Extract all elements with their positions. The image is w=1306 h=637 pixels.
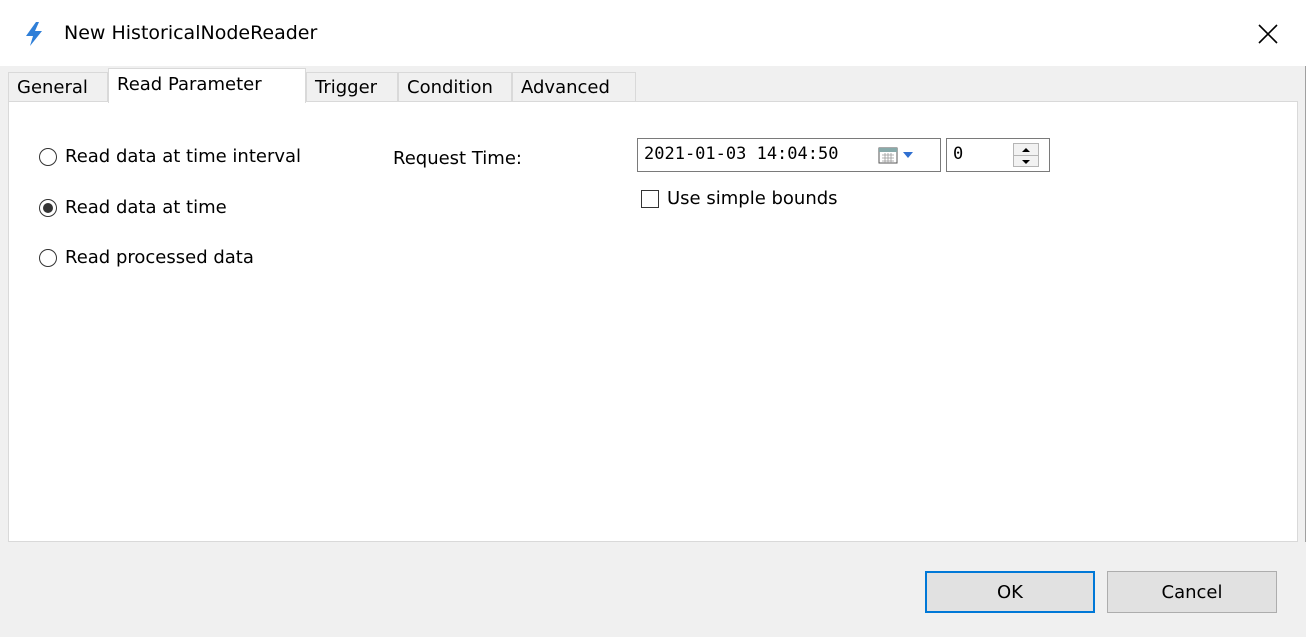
datetime-value[interactable]: 2021-01-03 14:04:50 xyxy=(644,144,838,164)
request-time-stepper[interactable]: 0 xyxy=(946,138,1050,172)
radio-label: Read processed data xyxy=(65,247,254,268)
tab-advanced[interactable]: Advanced xyxy=(512,72,636,102)
read-parameter-panel: Read data at time interval Read data at … xyxy=(8,101,1298,542)
tab-condition[interactable]: Condition xyxy=(398,72,512,102)
radio-read-at-interval[interactable]: Read data at time interval xyxy=(39,146,301,167)
radio-button-checked[interactable] xyxy=(39,198,57,217)
request-time-picker[interactable]: 2021-01-03 14:04:50 xyxy=(637,138,941,172)
radio-read-at-time[interactable]: Read data at time xyxy=(39,197,227,218)
radio-label: Read data at time interval xyxy=(65,146,302,167)
ok-button[interactable]: OK xyxy=(925,571,1095,613)
tab-read-parameter[interactable]: Read Parameter xyxy=(108,68,306,103)
radio-button[interactable] xyxy=(39,147,57,166)
radio-read-processed[interactable]: Read processed data xyxy=(39,247,254,268)
close-button[interactable] xyxy=(1246,12,1290,56)
arrow-down-icon xyxy=(1022,159,1030,164)
stepper-buttons[interactable] xyxy=(1013,143,1039,167)
radio-label: Read data at time xyxy=(65,197,227,218)
stepper-value[interactable]: 0 xyxy=(953,144,963,164)
title-bar: New HistoricalNodeReader xyxy=(0,0,1306,66)
simple-bounds-checkbox[interactable] xyxy=(641,189,659,208)
stepper-down-button[interactable] xyxy=(1014,156,1038,167)
chevron-down-icon xyxy=(903,152,913,158)
cancel-button[interactable]: Cancel xyxy=(1107,571,1277,613)
arrow-up-icon xyxy=(1022,147,1030,152)
window-title: New HistoricalNodeReader xyxy=(64,22,318,44)
radio-button[interactable] xyxy=(39,248,57,267)
tab-trigger[interactable]: Trigger xyxy=(306,72,398,102)
calendar-icon xyxy=(878,147,898,164)
simple-bounds-checkbox-row[interactable]: Use simple bounds xyxy=(641,188,838,209)
request-time-label: Request Time: xyxy=(393,148,522,169)
lightning-bolt-icon xyxy=(26,22,42,46)
stepper-up-button[interactable] xyxy=(1014,144,1038,155)
tab-strip: General Read Parameter Trigger Condition… xyxy=(8,68,1298,103)
dialog-window: New HistoricalNodeReader General Read Pa… xyxy=(0,0,1306,637)
checkbox-label: Use simple bounds xyxy=(667,188,838,209)
tab-general[interactable]: General xyxy=(8,72,108,102)
calendar-dropdown-button[interactable] xyxy=(878,144,928,166)
close-icon xyxy=(1258,24,1278,44)
